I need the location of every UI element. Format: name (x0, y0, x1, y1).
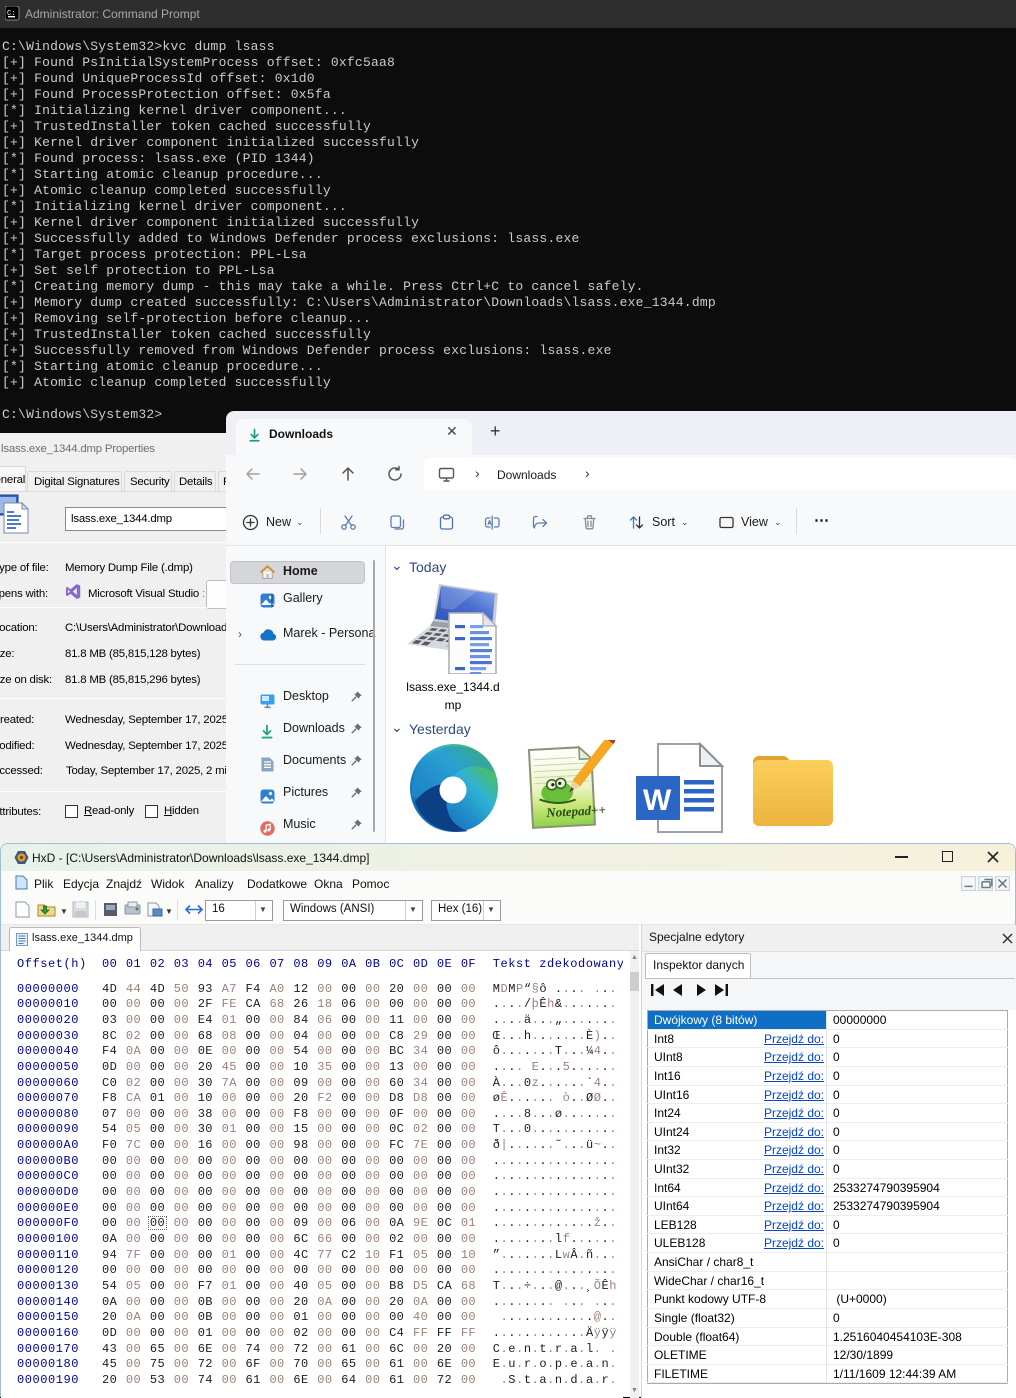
svg-text:Notepad++: Notepad++ (545, 802, 606, 820)
svg-text:W: W (643, 784, 672, 817)
